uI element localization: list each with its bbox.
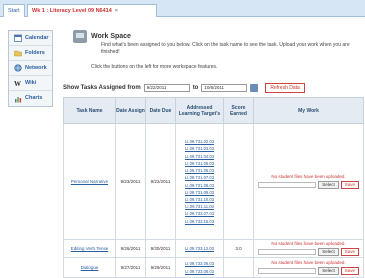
learning-target-link[interactable]: LI.09.731.09.03 <box>176 189 223 196</box>
upload-controls: Select Save <box>258 248 359 256</box>
column-header-learning-targets: Addressed Learning Target's <box>175 97 224 124</box>
task-name-link[interactable]: Dialogue <box>81 265 99 270</box>
file-path-field[interactable] <box>258 268 317 274</box>
table-row: Dialogue 9/27/2011 9/29/2011 LI.09.733.0… <box>63 257 364 278</box>
tab-start[interactable]: Start <box>3 4 25 17</box>
my-work-cell: No student files have been uploaded. Sel… <box>253 239 364 258</box>
filter-from-label: Show Tasks Assigned from <box>63 85 141 91</box>
save-button[interactable]: Save <box>340 181 359 189</box>
column-header-date-assign: Date Assign <box>115 97 146 124</box>
score-earned <box>223 123 254 240</box>
learning-target-link[interactable]: LI.09.731.02.03 <box>176 138 223 145</box>
my-work-cell: No student files have been uploaded. Sel… <box>253 257 364 278</box>
sidebar-item-wiki[interactable]: W Wiki <box>9 76 52 91</box>
workspace-description: Find what's been assigned to you below. … <box>101 42 350 55</box>
upload-status: No student files have been uploaded. <box>271 260 346 265</box>
upload-status: No student files have been uploaded. <box>271 174 346 179</box>
learning-target-link[interactable]: LI.09.731.03.02 <box>176 145 223 152</box>
task-table: Task Name Date Assign Date Due Addressed… <box>63 97 364 278</box>
learning-target-link[interactable]: LI.09.733.12.03 <box>176 245 223 252</box>
page-title: Work Space <box>91 33 131 40</box>
score-earned: 3.0 <box>223 239 254 258</box>
sidebar-item-calendar[interactable]: Calendar <box>9 31 52 46</box>
upload-controls: Select Save <box>258 181 359 189</box>
workspace-icon <box>73 30 87 43</box>
my-work-cell: No student files have been uploaded. Sel… <box>253 123 364 240</box>
refresh-data-button[interactable]: Refresh Data <box>265 83 305 93</box>
close-icon[interactable]: × <box>115 8 118 14</box>
sidebar-item-network[interactable]: Network <box>9 61 52 76</box>
task-name-link[interactable]: Editing Verb Tense <box>71 246 108 251</box>
workspace-hint: Click the buttons on the left for more w… <box>91 64 218 70</box>
chart-icon <box>15 96 22 102</box>
tab-current-workspace[interactable]: Wk 1 : Literacy Level 09 N6414 × <box>27 4 157 17</box>
date-assigned: 9/26/2011 <box>115 239 146 258</box>
table-row: Editing Verb Tense 9/26/2011 9/30/2011 L… <box>63 239 364 258</box>
learning-targets-list: LI.09.733.06.03 LI.09.733.08.03 <box>176 260 223 274</box>
date-assigned: 9/23/2011 <box>115 123 146 240</box>
learning-target-link[interactable]: LI.09.733.07.03 <box>176 210 223 217</box>
tab-bar: Start Wk 1 : Literacy Level 09 N6414 × <box>0 0 365 17</box>
score-earned <box>223 257 254 278</box>
tab-label: Wk 1 : Literacy Level 09 N6414 <box>32 8 112 14</box>
learning-targets-list: LI.09.731.02.03 LI.09.731.03.02 LI.09.73… <box>176 138 223 224</box>
learning-target-link[interactable]: LI.09.731.11.03 <box>176 203 223 210</box>
sidebar-item-label: Calendar <box>25 34 49 41</box>
save-button[interactable]: Save <box>340 248 359 256</box>
sidebar-item-charts[interactable]: Charts <box>9 91 52 106</box>
learning-target-link[interactable]: LI.09.731.07.03 <box>176 174 223 181</box>
table-header-row: Task Name Date Assign Date Due Addressed… <box>63 97 364 124</box>
task-name-link[interactable]: Personal Narrative <box>71 179 108 184</box>
sidebar-item-label: Network <box>25 64 47 71</box>
calendar-icon <box>14 34 22 42</box>
sidebar-item-label: Folders <box>25 49 45 56</box>
select-file-button[interactable]: Select <box>318 248 339 256</box>
date-due: 9/22/2011 <box>145 123 176 240</box>
learning-target-link[interactable]: LI.09.731.10.03 <box>176 196 223 203</box>
column-header-date-due: Date Due <box>145 97 176 124</box>
date-due: 9/30/2011 <box>145 239 176 258</box>
select-file-button[interactable]: Select <box>318 267 339 275</box>
learning-target-link[interactable]: LI.09.733.15.03 <box>176 218 223 225</box>
learning-target-link[interactable]: LI.09.731.08.03 <box>176 182 223 189</box>
upload-status: No student files have been uploaded. <box>271 241 346 246</box>
svg-text:W: W <box>14 80 21 87</box>
filter-to-label: to <box>192 85 199 91</box>
calendar-picker-icon[interactable] <box>250 84 259 92</box>
from-date-input[interactable]: 9/22/2011 <box>143 84 190 92</box>
sidebar-item-label: Wiki <box>25 79 37 86</box>
file-path-field[interactable] <box>258 182 317 188</box>
wiki-icon: W <box>14 80 21 87</box>
learning-target-link[interactable]: LI.09.733.06.03 <box>176 260 223 267</box>
date-filter: Show Tasks Assigned from 9/22/2011 to 10… <box>63 82 363 94</box>
save-button[interactable]: Save <box>340 267 359 275</box>
to-date-input[interactable]: 10/6/2011 <box>201 84 248 92</box>
folder-icon <box>14 50 22 57</box>
table-row: Personal Narrative 9/23/2011 9/22/2011 L… <box>63 123 364 240</box>
sidebar-item-label: Charts <box>25 95 43 101</box>
learning-target-link[interactable]: LI.09.731.05.03 <box>176 160 223 167</box>
upload-controls: Select Save <box>258 267 359 275</box>
learning-target-link[interactable]: LI.09.731.04.03 <box>176 153 223 160</box>
learning-targets-list: LI.09.733.12.03 <box>176 245 223 252</box>
column-header-my-work: My Work <box>253 97 364 124</box>
learning-target-link[interactable]: LI.09.731.06.03 <box>176 167 223 174</box>
date-due: 9/29/2011 <box>145 257 176 278</box>
column-header-task-name: Task Name <box>63 97 116 124</box>
sidebar-item-folders[interactable]: Folders <box>9 46 52 61</box>
learning-target-link[interactable]: LI.09.733.08.03 <box>176 268 223 275</box>
date-assigned: 9/27/2011 <box>115 257 146 278</box>
select-file-button[interactable]: Select <box>318 181 339 189</box>
sidebar: Calendar Folders Network W Wiki Charts <box>8 30 53 107</box>
network-icon <box>14 64 22 72</box>
column-header-score-earned: Score Earned <box>223 97 254 124</box>
file-path-field[interactable] <box>258 249 317 255</box>
